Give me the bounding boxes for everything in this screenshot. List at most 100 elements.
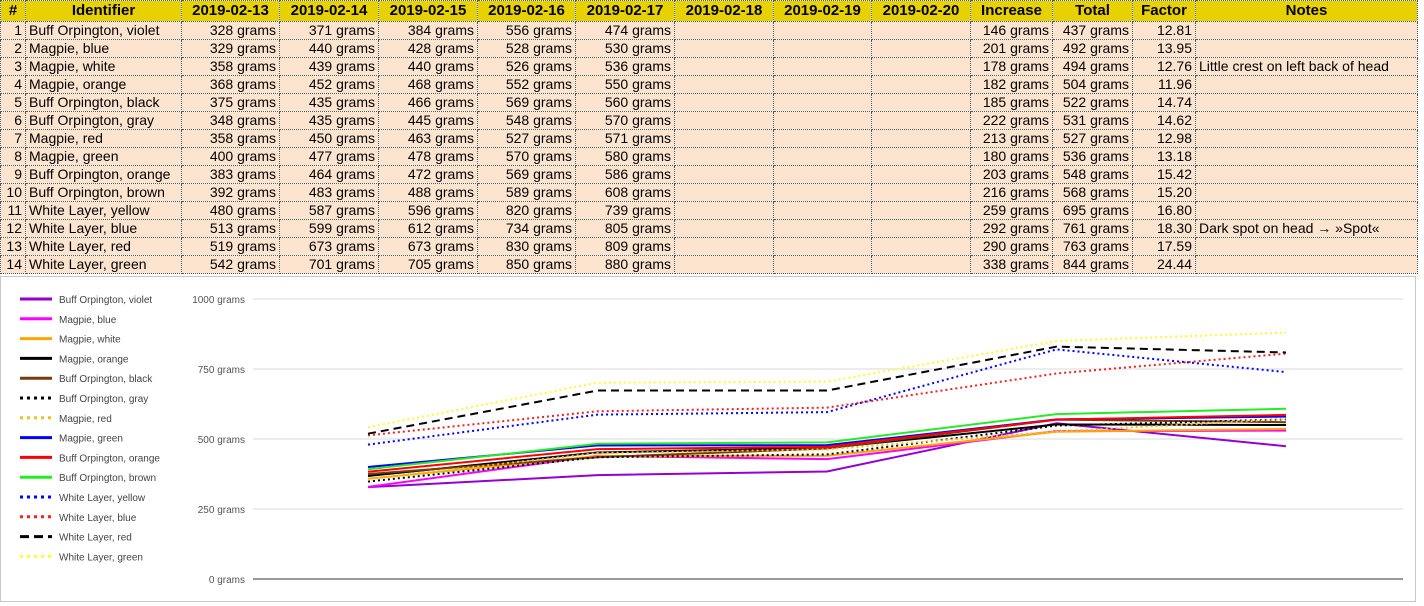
table-cell[interactable]: 8 bbox=[0, 147, 26, 166]
table-cell[interactable] bbox=[871, 57, 971, 76]
table-cell[interactable]: 596 grams bbox=[378, 201, 478, 220]
table-cell[interactable] bbox=[871, 219, 971, 238]
table-cell[interactable]: 12 bbox=[0, 219, 26, 238]
table-cell[interactable]: 513 grams bbox=[181, 219, 280, 238]
table-cell[interactable] bbox=[674, 165, 774, 184]
table-cell[interactable]: 528 grams bbox=[477, 39, 576, 58]
table-cell[interactable]: 536 grams bbox=[575, 57, 675, 76]
table-cell[interactable]: 348 grams bbox=[181, 111, 280, 130]
table-cell[interactable] bbox=[871, 165, 971, 184]
table-cell[interactable] bbox=[773, 183, 872, 202]
table-cell[interactable]: 739 grams bbox=[575, 201, 675, 220]
table-cell[interactable]: 14.62 bbox=[1132, 111, 1196, 130]
legend-item[interactable]: Buff Orpington, violet bbox=[20, 295, 152, 306]
column-header[interactable]: 2019-02-13 bbox=[181, 0, 280, 22]
column-header[interactable]: Notes bbox=[1195, 0, 1418, 22]
table-cell[interactable]: 673 grams bbox=[279, 237, 379, 256]
table-cell[interactable] bbox=[773, 75, 872, 94]
table-cell[interactable]: 560 grams bbox=[575, 93, 675, 112]
table-cell[interactable]: White Layer, yellow bbox=[25, 201, 182, 220]
column-header[interactable]: 2019-02-17 bbox=[575, 0, 675, 22]
table-cell[interactable] bbox=[773, 147, 872, 166]
table-cell[interactable]: 371 grams bbox=[279, 21, 379, 40]
chart-panel[interactable]: 0 grams 250 grams 500 grams 750 grams 1000 g… bbox=[0, 276, 1416, 602]
table-cell[interactable]: 450 grams bbox=[279, 129, 379, 148]
table-cell[interactable]: 185 grams bbox=[970, 93, 1053, 112]
table-cell[interactable]: 570 grams bbox=[477, 147, 576, 166]
table-cell[interactable]: 880 grams bbox=[575, 255, 675, 274]
table-cell[interactable] bbox=[871, 129, 971, 148]
table-cell[interactable]: 527 grams bbox=[477, 129, 576, 148]
table-cell[interactable]: 6 bbox=[0, 111, 26, 130]
table-cell[interactable]: 9 bbox=[0, 165, 26, 184]
table-cell[interactable]: 384 grams bbox=[378, 21, 478, 40]
legend-item[interactable]: Magpie, green bbox=[20, 434, 123, 445]
legend-item[interactable]: Buff Orpington, brown bbox=[20, 473, 156, 484]
table-cell[interactable] bbox=[674, 39, 774, 58]
table-cell[interactable] bbox=[674, 75, 774, 94]
table-cell[interactable]: 11 bbox=[0, 201, 26, 220]
table-cell[interactable] bbox=[1195, 165, 1418, 184]
table-cell[interactable]: 259 grams bbox=[970, 201, 1053, 220]
table-cell[interactable]: 24.44 bbox=[1132, 255, 1196, 274]
table-cell[interactable]: 13.95 bbox=[1132, 39, 1196, 58]
table-cell[interactable]: 468 grams bbox=[378, 75, 478, 94]
column-header[interactable]: 2019-02-15 bbox=[378, 0, 478, 22]
table-cell[interactable]: White Layer, red bbox=[25, 237, 182, 256]
table-cell[interactable]: 4 bbox=[0, 75, 26, 94]
series-line[interactable] bbox=[367, 352, 1287, 437]
table-cell[interactable] bbox=[1195, 147, 1418, 166]
table-cell[interactable] bbox=[871, 183, 971, 202]
weight-line-chart[interactable]: 0 grams 250 grams 500 grams 750 grams 1000 g… bbox=[1, 277, 1415, 601]
table-cell[interactable]: 2 bbox=[0, 39, 26, 58]
table-cell[interactable]: 522 grams bbox=[1052, 93, 1133, 112]
table-cell[interactable]: 531 grams bbox=[1052, 111, 1133, 130]
table-cell[interactable] bbox=[674, 237, 774, 256]
table-cell[interactable] bbox=[674, 57, 774, 76]
table-cell[interactable]: 519 grams bbox=[181, 237, 280, 256]
table-cell[interactable]: Magpie, green bbox=[25, 147, 182, 166]
table-cell[interactable] bbox=[871, 21, 971, 40]
table-cell[interactable] bbox=[1195, 129, 1418, 148]
table-cell[interactable] bbox=[871, 255, 971, 274]
table-cell[interactable] bbox=[773, 21, 872, 40]
table-cell[interactable]: 12.98 bbox=[1132, 129, 1196, 148]
table-cell[interactable]: 586 grams bbox=[575, 165, 675, 184]
table-cell[interactable]: 571 grams bbox=[575, 129, 675, 148]
table-cell[interactable]: 440 grams bbox=[378, 57, 478, 76]
table-cell[interactable]: 463 grams bbox=[378, 129, 478, 148]
table-cell[interactable]: 608 grams bbox=[575, 183, 675, 202]
table-cell[interactable] bbox=[1195, 183, 1418, 202]
column-header[interactable]: Increase bbox=[970, 0, 1053, 22]
table-cell[interactable]: 292 grams bbox=[970, 219, 1053, 238]
table-cell[interactable]: 201 grams bbox=[970, 39, 1053, 58]
table-cell[interactable]: 761 grams bbox=[1052, 219, 1133, 238]
table-cell[interactable]: 328 grams bbox=[181, 21, 280, 40]
table-cell[interactable]: 492 grams bbox=[1052, 39, 1133, 58]
table-cell[interactable]: 504 grams bbox=[1052, 75, 1133, 94]
table-cell[interactable]: 222 grams bbox=[970, 111, 1053, 130]
table-cell[interactable]: 483 grams bbox=[279, 183, 379, 202]
table-cell[interactable]: 599 grams bbox=[279, 219, 379, 238]
table-cell[interactable]: 452 grams bbox=[279, 75, 379, 94]
table-cell[interactable] bbox=[674, 183, 774, 202]
table-cell[interactable]: 437 grams bbox=[1052, 21, 1133, 40]
column-header[interactable]: 2019-02-19 bbox=[773, 0, 872, 22]
table-cell[interactable]: 12.81 bbox=[1132, 21, 1196, 40]
table-cell[interactable]: 358 grams bbox=[181, 57, 280, 76]
column-header[interactable]: 2019-02-14 bbox=[279, 0, 379, 22]
table-cell[interactable]: 400 grams bbox=[181, 147, 280, 166]
table-cell[interactable]: 589 grams bbox=[477, 183, 576, 202]
table-cell[interactable] bbox=[871, 93, 971, 112]
table-cell[interactable]: 146 grams bbox=[970, 21, 1053, 40]
table-cell[interactable]: 701 grams bbox=[279, 255, 379, 274]
table-cell[interactable] bbox=[871, 111, 971, 130]
column-header[interactable]: Identifier bbox=[25, 0, 182, 22]
table-cell[interactable]: Buff Orpington, orange bbox=[25, 165, 182, 184]
table-cell[interactable]: 375 grams bbox=[181, 93, 280, 112]
table-cell[interactable]: 14.74 bbox=[1132, 93, 1196, 112]
table-cell[interactable]: 536 grams bbox=[1052, 147, 1133, 166]
table-cell[interactable] bbox=[871, 39, 971, 58]
table-cell[interactable]: 213 grams bbox=[970, 129, 1053, 148]
table-cell[interactable]: 7 bbox=[0, 129, 26, 148]
